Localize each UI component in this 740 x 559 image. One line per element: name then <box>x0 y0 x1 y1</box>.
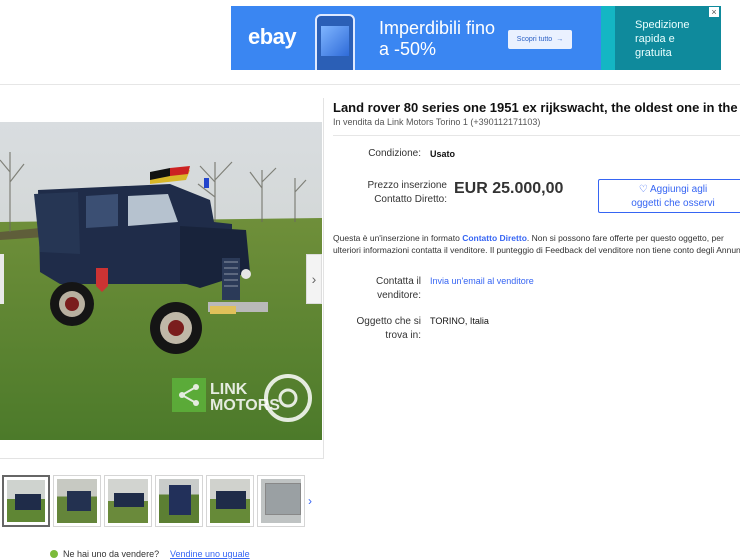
thumbnail[interactable] <box>155 475 203 527</box>
seller-line: In vendita da Link Motors Torino 1 (+390… <box>333 117 541 127</box>
thumbnail[interactable] <box>2 475 50 527</box>
condition-label: Condizione: <box>368 148 421 159</box>
location-label: Oggetto che si trova in: <box>330 315 421 343</box>
thumbnail-image <box>7 480 45 522</box>
thumbnail[interactable] <box>104 475 152 527</box>
watch-button-line1: ♡ Aggiungi agli <box>638 184 708 195</box>
contact-label-line1: Contatta il <box>375 276 421 287</box>
arrow-right-icon: → <box>556 36 564 43</box>
thumbnail-image <box>261 479 301 523</box>
tag-icon <box>50 550 58 558</box>
location-label-line1: Oggetto che si <box>356 316 421 327</box>
watch-button-line2: oggetti che osservi <box>631 198 715 209</box>
condition-value: Usato <box>430 149 456 159</box>
thumbnail[interactable] <box>206 475 254 527</box>
ad-cta-label: Scopri tutto <box>516 36 553 43</box>
prev-image-button[interactable] <box>0 254 4 304</box>
watermark-text: LINK MOTORS <box>210 381 280 414</box>
ad-side-text: Spedizione rapida e gratuita <box>635 19 690 59</box>
location-label-line2: trova in: <box>385 330 421 341</box>
header-divider <box>0 84 740 85</box>
contact-label-line2: venditore: <box>377 290 421 301</box>
ad-cta-button[interactable]: Scopri tutto → <box>508 30 572 49</box>
ad-side-panel: Spedizione rapida e gratuita <box>615 6 721 70</box>
contact-label: Contatta il venditore: <box>330 275 421 303</box>
price-label: Prezzo inserzione Contatto Diretto: <box>330 179 447 207</box>
thumbnail-image <box>57 479 97 523</box>
price-label-line1: Prezzo inserzione <box>367 180 447 191</box>
chevron-right-icon: › <box>311 271 317 287</box>
next-image-button[interactable]: › <box>306 254 322 304</box>
details-divider <box>333 135 740 136</box>
price-value: EUR 25.000,00 <box>454 180 564 197</box>
add-to-watchlist-button[interactable]: ♡ Aggiungi agli oggetti che osservi <box>598 179 740 213</box>
contatto-diretto-link[interactable]: Contatto Diretto <box>462 233 527 243</box>
ad-headline: Imperdibili fino a -50% <box>379 18 496 59</box>
sell-similar-link[interactable]: Vendine uno uguale <box>170 549 250 559</box>
thumbnail-image <box>108 479 148 523</box>
email-seller-link[interactable]: Invia un'email al venditore <box>430 275 534 288</box>
ad-brand-logo: ebay <box>248 24 297 49</box>
location-value: TORINO, Italia <box>430 316 489 326</box>
thumbnail-image <box>159 479 199 523</box>
sell-question: Ne hai uno da vendere? <box>63 549 160 559</box>
thumbnail[interactable] <box>53 475 101 527</box>
ad-divider <box>601 6 615 70</box>
sell-one-strip: Ne hai uno da vendere? Vendine uno ugual… <box>0 543 740 559</box>
ad-banner[interactable]: ebay Imperdibili fino a -50% Scopri tutt… <box>231 6 721 70</box>
close-icon[interactable]: × <box>709 7 719 17</box>
price-label-line2: Contatto Diretto: <box>374 194 447 205</box>
listing-notice: Questa è un'inserzione in formato Contat… <box>333 233 740 256</box>
notice-text-pre: Questa è un'inserzione in formato <box>333 233 463 243</box>
thumbnail-image <box>210 479 250 523</box>
thumbnail[interactable] <box>257 475 305 527</box>
listing-title: Land rover 80 series one 1951 ex rijkswa… <box>333 100 740 115</box>
ad-phone-image <box>315 14 355 70</box>
thumbnails-next-icon[interactable]: › <box>308 494 312 508</box>
